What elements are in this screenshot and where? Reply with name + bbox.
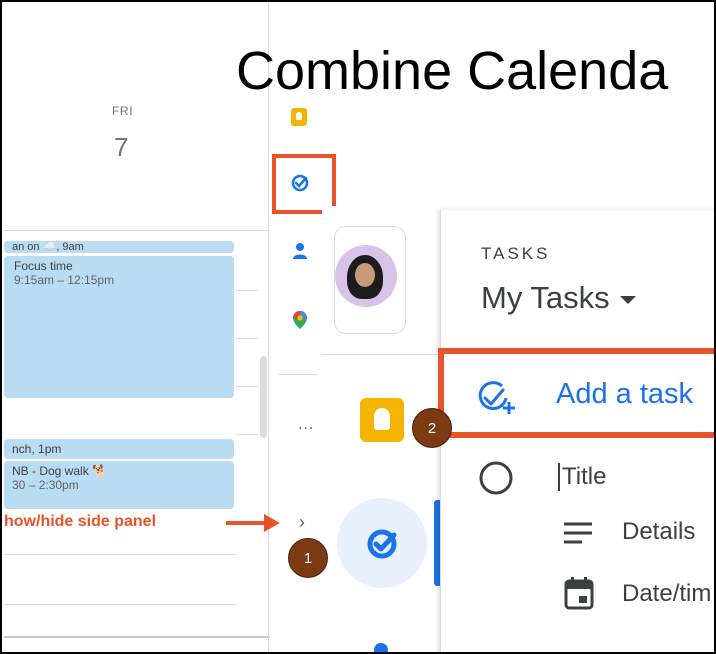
divider xyxy=(322,354,440,355)
highlight-box xyxy=(272,154,336,214)
task-title-input[interactable]: Title xyxy=(558,463,606,491)
maps-icon[interactable] xyxy=(291,310,309,330)
tasks-header: TASKS xyxy=(481,244,551,263)
calendar-event[interactable]: nch, 1pm xyxy=(4,439,234,459)
hour-line xyxy=(236,290,258,291)
calendar-event[interactable]: Focus time 9:15am – 12:15pm xyxy=(4,256,234,398)
keep-icon[interactable] xyxy=(360,398,404,442)
add-task-icon[interactable] xyxy=(476,380,518,416)
divider xyxy=(278,374,318,375)
task-list-selector[interactable]: My Tasks xyxy=(481,280,636,316)
hour-line xyxy=(4,604,236,605)
tasks-icon xyxy=(367,529,397,559)
hour-line xyxy=(4,554,236,555)
chevron-right-icon[interactable]: › xyxy=(299,512,305,533)
details-field[interactable]: Details xyxy=(622,518,695,546)
contacts-icon[interactable] xyxy=(368,640,394,654)
task-list-name: My Tasks xyxy=(481,280,610,315)
caret-down-icon xyxy=(619,295,636,304)
scrollbar[interactable] xyxy=(260,356,267,438)
divider xyxy=(4,636,270,638)
date-time-field[interactable]: Date/tim xyxy=(622,580,711,608)
divider xyxy=(4,230,270,231)
profile-card[interactable] xyxy=(334,226,406,334)
more-icon[interactable]: ... xyxy=(298,416,314,434)
hour-line xyxy=(236,434,258,435)
details-icon xyxy=(564,522,592,544)
calendar-icon xyxy=(564,577,594,610)
step-badge: 2 xyxy=(412,408,452,448)
add-task-button[interactable]: Add a task xyxy=(556,378,693,411)
calendar-event[interactable]: an on ☁️, 9am xyxy=(4,241,234,253)
arrow-icon xyxy=(226,521,266,525)
calendar-event[interactable]: NB - Dog walk 🐕 30 – 2:30pm xyxy=(4,461,234,509)
tasks-icon-active[interactable] xyxy=(337,498,427,588)
slide-title: Combine Calenda xyxy=(236,41,669,101)
hour-line xyxy=(236,338,258,339)
slide-frame: FRI 7 an on ☁️, 9am Focus time 9:15am – … xyxy=(0,0,716,654)
step-badge: 1 xyxy=(288,538,328,578)
day-name: FRI xyxy=(112,104,134,118)
keep-icon[interactable] xyxy=(291,108,307,126)
task-checkbox-icon[interactable] xyxy=(478,460,514,496)
annotation-label: how/hide side panel xyxy=(4,513,157,530)
day-number[interactable]: 7 xyxy=(114,132,128,163)
contacts-icon[interactable] xyxy=(291,242,309,260)
avatar[interactable] xyxy=(335,245,397,307)
hour-line xyxy=(236,386,258,387)
calendar-view: FRI 7 an on ☁️, 9am Focus time 9:15am – … xyxy=(4,4,270,652)
